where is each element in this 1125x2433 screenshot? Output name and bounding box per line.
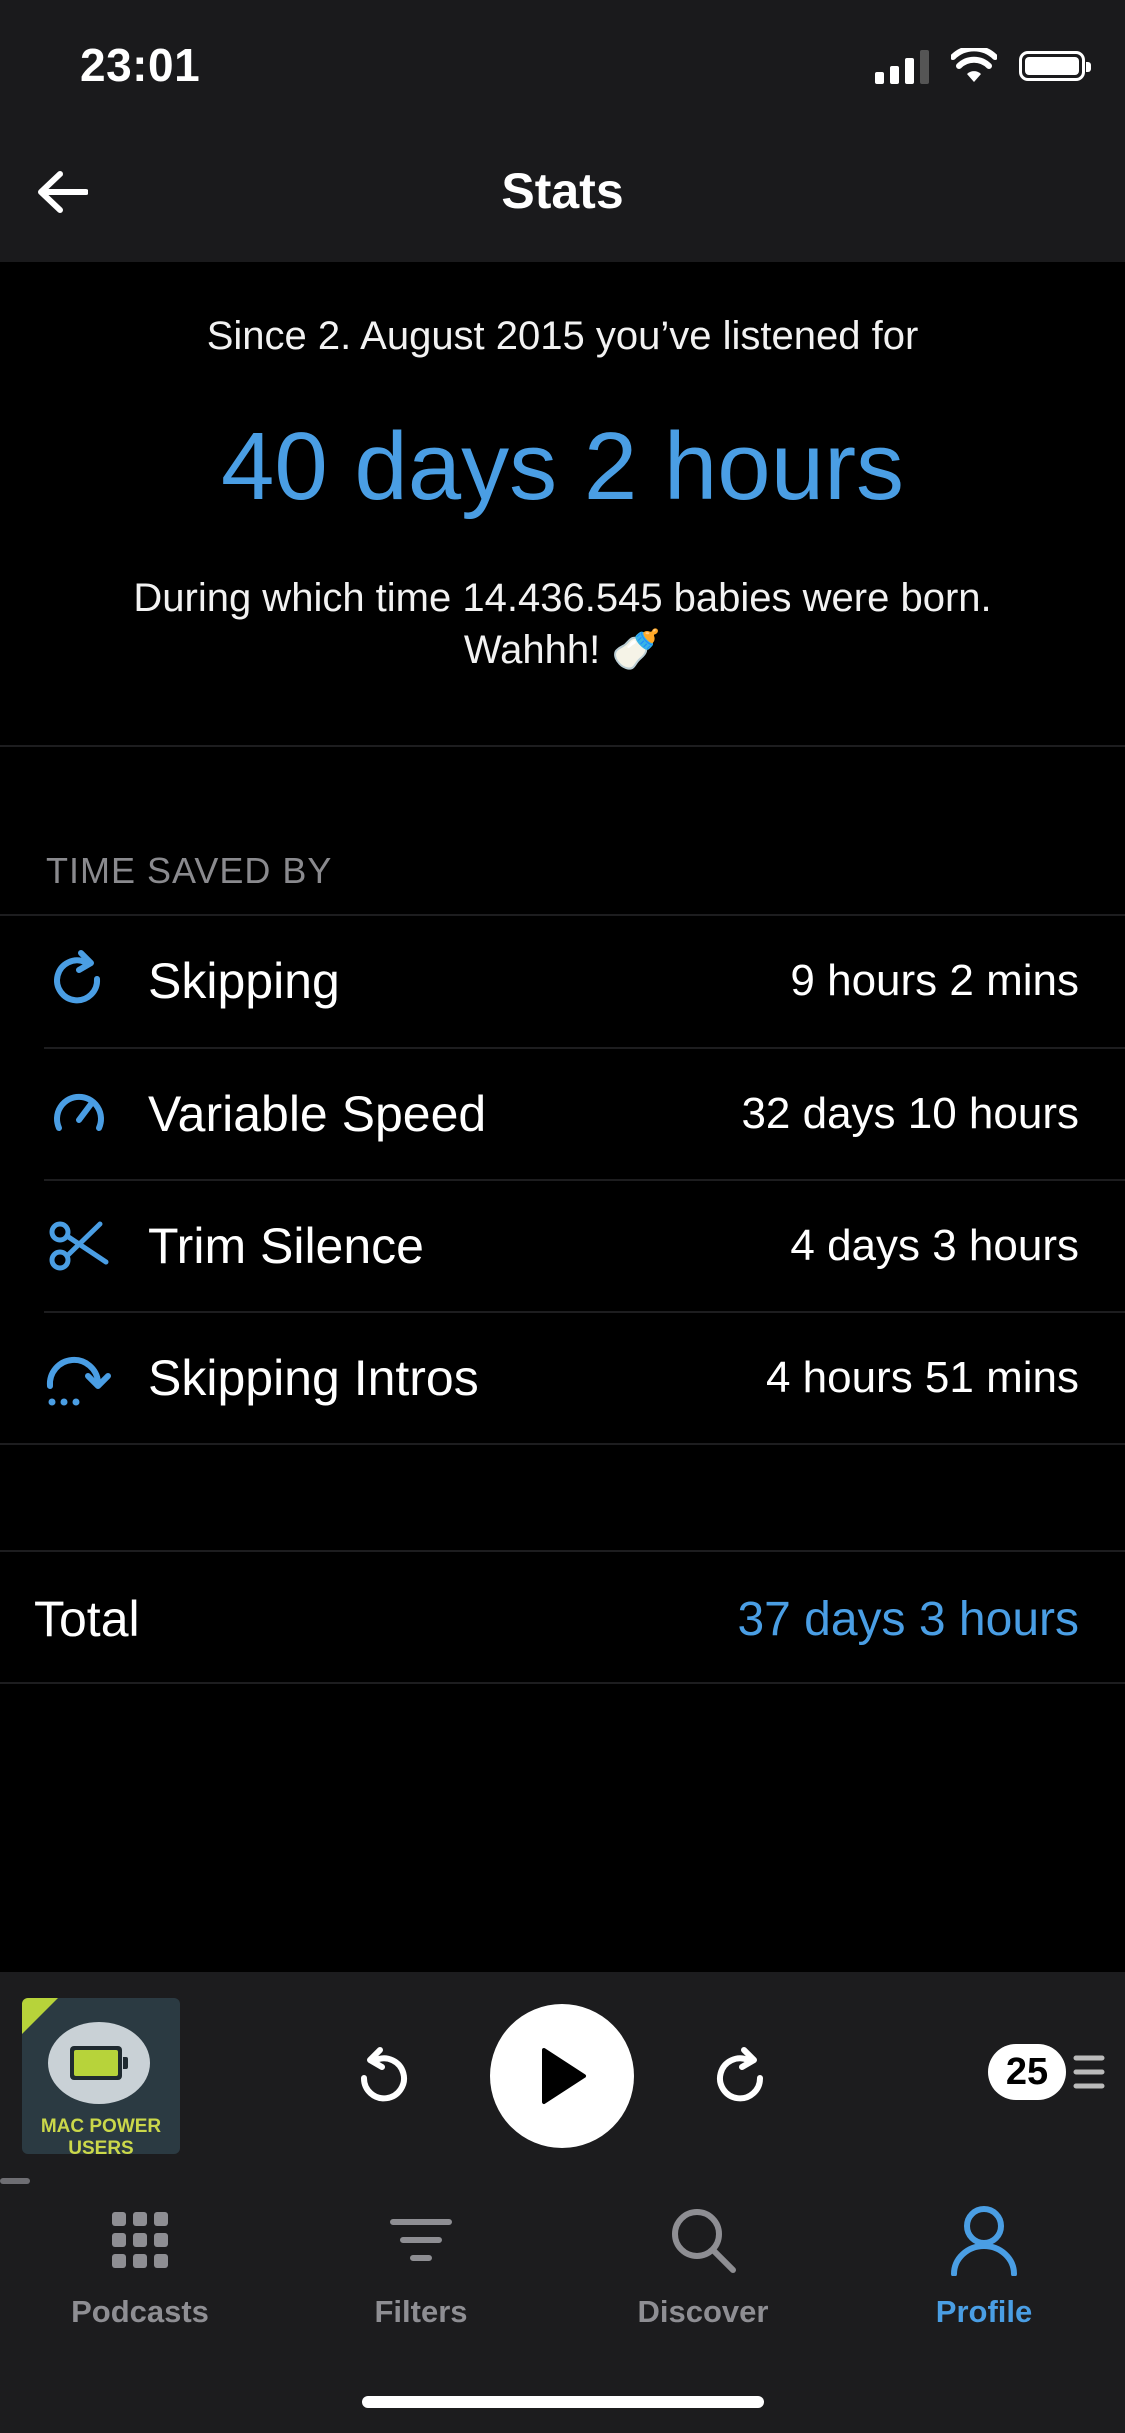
search-icon	[663, 2200, 743, 2280]
skip-back-icon	[360, 2047, 407, 2102]
tab-label: Profile	[935, 2294, 1033, 2329]
skip-forward-icon	[717, 2047, 764, 2102]
tab-filters[interactable]: Filters	[321, 2200, 521, 2330]
play-button[interactable]	[490, 2004, 634, 2148]
row-label: Variable Speed	[148, 1086, 487, 1142]
tab-podcasts[interactable]: Podcasts	[40, 2200, 240, 2330]
filter-icon	[381, 2200, 461, 2280]
tab-label: Filters	[374, 2294, 468, 2329]
row-label: Skipping Intros	[148, 1350, 479, 1406]
status-icons	[875, 44, 1091, 88]
artwork-corner-badge	[22, 1998, 58, 2034]
cellular-signal-icon	[875, 48, 929, 84]
home-indicator	[362, 2396, 764, 2408]
skip-back-button[interactable]	[340, 2034, 424, 2118]
wifi-icon	[951, 48, 997, 82]
total-value: 37 days 3 hours	[737, 1593, 1079, 1646]
playback-speed-button[interactable]: 25	[988, 2044, 1106, 2100]
divider	[0, 1550, 1125, 1552]
divider	[0, 1443, 1125, 1445]
tab-profile[interactable]: Profile	[884, 2200, 1084, 2330]
divider	[0, 745, 1125, 747]
row-label: Trim Silence	[148, 1218, 424, 1274]
battery-icon	[1019, 51, 1091, 81]
time-saved-row-trim-silence: Trim Silence 4 days 3 hours	[0, 1180, 1125, 1312]
row-value: 9 hours 2 mins	[790, 956, 1079, 1005]
total-label: Total	[34, 1591, 140, 1647]
speedometer-icon	[44, 1079, 114, 1149]
grid-icon	[100, 2200, 180, 2280]
play-icon	[542, 2048, 586, 2104]
artwork-battery-icon	[48, 2022, 150, 2104]
divider	[0, 1682, 1125, 1684]
fun-fact: During which time 14.436.545 babies were…	[133, 576, 992, 672]
tab-discover[interactable]: Discover	[603, 2200, 803, 2330]
scissors-icon	[44, 1211, 114, 1281]
tab-label: Podcasts	[71, 2294, 209, 2329]
time-saved-row-skipping-intros: Skipping Intros 4 hours 51 mins	[0, 1312, 1125, 1444]
tab-label: Discover	[637, 2294, 769, 2329]
status-time: 23:01	[80, 39, 201, 91]
profile-icon	[944, 2200, 1024, 2280]
row-label: Skipping	[148, 953, 340, 1009]
time-saved-row-variable-speed: Variable Speed 32 days 10 hours	[0, 1048, 1125, 1180]
section-header: TIME SAVED BY	[46, 850, 333, 891]
row-value: 4 days 3 hours	[790, 1221, 1079, 1270]
skip-icon	[44, 946, 114, 1016]
list-icon	[1073, 2055, 1105, 2089]
podcast-artwork[interactable]: MAC POWER USERS	[22, 1998, 180, 2154]
since-text: Since 2. August 2015 you’ve listened for	[206, 314, 919, 358]
skip-intro-icon	[44, 1343, 114, 1413]
listened-total: 40 days 2 hours	[220, 413, 905, 520]
speed-value: 25	[988, 2044, 1066, 2100]
page-title: Stats	[501, 163, 624, 219]
skip-forward-button[interactable]	[700, 2034, 784, 2118]
row-value: 4 hours 51 mins	[765, 1353, 1079, 1402]
artwork-title: MAC POWER USERS	[40, 2116, 162, 2154]
time-saved-row-skipping: Skipping 9 hours 2 mins	[0, 915, 1125, 1047]
row-value: 32 days 10 hours	[741, 1089, 1079, 1138]
